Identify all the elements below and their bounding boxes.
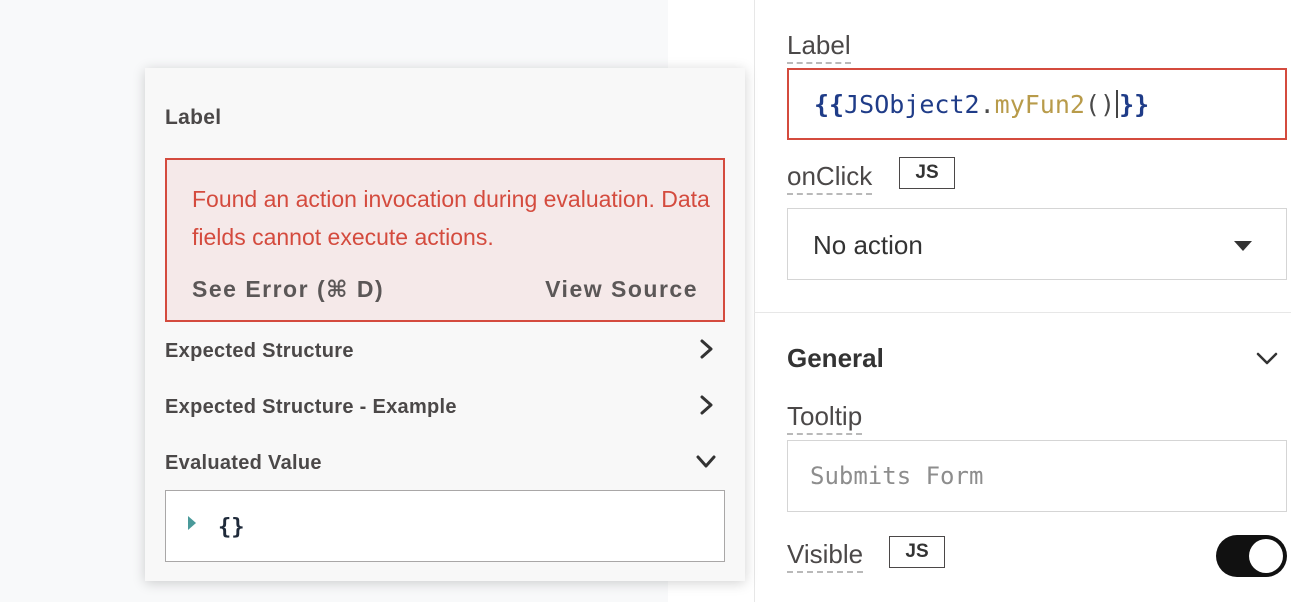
evaluated-value-box: {} [165, 490, 725, 562]
label-code-text: {{JSObject2.myFun2()}} [814, 90, 1149, 119]
see-error-link[interactable]: See Error (⌘ D) [192, 276, 384, 303]
dropdown-value: No action [813, 230, 923, 260]
toggle-knob [1249, 539, 1283, 573]
tooltip-property-title: Tooltip [787, 401, 863, 435]
error-message: Found an action invocation during evalua… [192, 186, 710, 250]
code-object: JSObject2 [844, 90, 980, 119]
evaluation-error-box: Found an action invocation during evalua… [165, 158, 725, 322]
general-section-title[interactable]: General [787, 343, 884, 374]
section-label: Expected Structure [165, 340, 354, 362]
section-label: Expected Structure - Example [165, 396, 457, 418]
section-divider [754, 312, 1291, 313]
code-close-brace: }} [1119, 90, 1150, 119]
caret-right-icon[interactable] [186, 515, 198, 531]
onclick-action-dropdown[interactable]: No action [787, 208, 1287, 280]
view-source-link[interactable]: View Source [545, 276, 698, 303]
popup-title: Label [165, 106, 222, 129]
visible-js-toggle[interactable]: JS [889, 536, 945, 568]
evaluated-value-popup: Label Found an action invocation during … [145, 68, 745, 581]
chevron-right-icon [700, 395, 713, 415]
chevron-down-icon[interactable] [1254, 348, 1280, 370]
code-open-brace: {{ [814, 90, 845, 119]
expected-structure-section[interactable]: Expected Structure [165, 330, 725, 370]
label-property-title: Label [787, 30, 851, 64]
evaluated-value-text: {} [218, 515, 245, 540]
onclick-js-toggle[interactable]: JS [899, 157, 955, 189]
section-label: Evaluated Value [165, 452, 322, 474]
evaluated-value-section[interactable]: Evaluated Value [165, 442, 725, 482]
label-code-editor[interactable]: {{JSObject2.myFun2()}} [787, 68, 1287, 140]
code-function: myFun2 [994, 90, 1085, 119]
code-parens: () [1084, 90, 1116, 119]
property-pane-divider [754, 0, 755, 602]
expected-structure-example-section[interactable]: Expected Structure - Example [165, 386, 725, 426]
onclick-property-title: onClick [787, 161, 873, 195]
visible-toggle-switch[interactable] [1216, 535, 1287, 577]
chevron-right-icon [700, 339, 713, 359]
code-dot: . [979, 90, 995, 119]
caret-down-icon [1234, 241, 1252, 251]
tooltip-input[interactable] [787, 440, 1287, 512]
visible-property-title: Visible [787, 539, 864, 573]
text-cursor [1116, 90, 1119, 118]
chevron-down-icon [696, 455, 716, 468]
